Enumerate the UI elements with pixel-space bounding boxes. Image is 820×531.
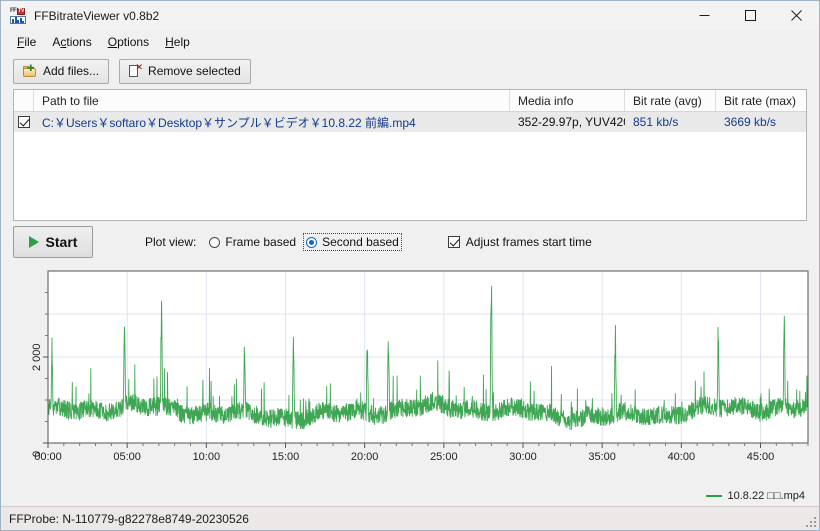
chart-x-tick-label: 40:00 xyxy=(667,451,696,463)
radio-second-based-indicator[interactable] xyxy=(306,236,318,248)
title-bar: FF TV FFBitrateViewer v0.8b2 xyxy=(1,1,819,30)
status-text: FFProbe: N-110779-g82278e8749-20230526 xyxy=(9,511,249,526)
folder-add-icon: ✚ xyxy=(23,64,37,77)
chart-y-tick-label: 2 000 xyxy=(31,343,43,371)
toolbar: ✚ Add files... ✕ Remove selected xyxy=(1,53,819,89)
column-header-path[interactable]: Path to file xyxy=(34,90,510,111)
column-header-bitrate-max[interactable]: Bit rate (max) xyxy=(716,90,806,111)
chart-x-tick-label: 35:00 xyxy=(588,451,616,463)
menu-item-file[interactable]: File xyxy=(9,33,44,51)
resize-grip[interactable] xyxy=(804,515,816,527)
menu-item-actions-label: tions xyxy=(66,34,92,49)
minimize-button[interactable] xyxy=(681,1,727,30)
play-icon xyxy=(28,236,39,248)
menu-item-options[interactable]: Options xyxy=(100,33,157,51)
radio-second-based-label: Second based xyxy=(322,235,399,249)
add-files-label: Add files... xyxy=(43,64,100,78)
legend-color-swatch xyxy=(705,495,722,497)
remove-selected-label: Remove selected xyxy=(148,64,241,78)
adjust-frames-label: Adjust frames start time xyxy=(465,235,592,249)
maximize-button[interactable] xyxy=(727,1,773,30)
table-header-row: Path to file Media info Bit rate (avg) B… xyxy=(14,90,806,112)
plot-view-radio-group: Frame based Second based xyxy=(206,233,402,251)
chart-x-tick-label: 10:00 xyxy=(192,451,221,463)
chart-x-tick-label: 45:00 xyxy=(746,451,775,463)
controls-row: Start Plot view: Frame based Second base… xyxy=(1,221,819,263)
app-icon: FF TV xyxy=(10,7,26,24)
chart-x-tick-label: 15:00 xyxy=(271,451,300,463)
chart-x-tick-label: 05:00 xyxy=(113,451,141,463)
radio-frame-based-label: Frame based xyxy=(225,235,297,249)
column-header-bitrate-avg[interactable]: Bit rate (avg) xyxy=(625,90,716,111)
menu-item-file-label: ile xyxy=(24,34,37,49)
adjust-frames-checkbox-row[interactable]: Adjust frames start time xyxy=(447,235,592,249)
cell-bitrate-avg: 851 kb/s xyxy=(633,115,679,129)
radio-frame-based-indicator[interactable] xyxy=(209,236,221,248)
chart-x-tick-label: 30:00 xyxy=(509,451,537,463)
column-header-check[interactable] xyxy=(14,90,34,111)
status-bar: FFProbe: N-110779-g82278e8749-20230526 xyxy=(1,506,819,530)
menu-item-options-label: ptions xyxy=(117,34,150,49)
window-title: FFBitrateViewer v0.8b2 xyxy=(34,8,160,23)
chart-x-tick-label: 25:00 xyxy=(430,451,458,463)
column-header-media-info[interactable]: Media info xyxy=(510,90,625,111)
cell-media-info: 352-29.97p, YUV420 xyxy=(518,115,625,129)
cell-path: C:￥Users￥softaro￥Desktop￥サンプル￥ビデオ￥10.8.2… xyxy=(42,115,416,130)
page-delete-icon: ✕ xyxy=(129,62,143,78)
close-button[interactable] xyxy=(773,1,819,30)
legend-label: 10.8.22 □□.mp4 xyxy=(727,490,806,502)
remove-selected-button[interactable]: ✕ Remove selected xyxy=(119,58,251,84)
menu-bar: File Actions Options Help xyxy=(1,30,819,53)
plot-view-label: Plot view: xyxy=(145,235,197,249)
radio-second-based[interactable]: Second based xyxy=(303,233,402,251)
bitrate-chart[interactable]: Bit rate [kb/s] 10.8.22 □□.mp4 02 00000:… xyxy=(1,263,819,506)
adjust-frames-checkbox[interactable] xyxy=(447,236,460,248)
row-checkbox-cell[interactable] xyxy=(14,116,34,128)
start-button[interactable]: Start xyxy=(13,226,93,258)
radio-frame-based[interactable]: Frame based xyxy=(206,233,299,251)
chart-x-tick-label: 20:00 xyxy=(350,451,379,463)
chart-x-tick-label: 00:00 xyxy=(34,451,62,463)
table-row[interactable]: C:￥Users￥softaro￥Desktop￥サンプル￥ビデオ￥10.8.2… xyxy=(14,112,806,132)
menu-item-actions[interactable]: Actions xyxy=(44,33,99,51)
window-controls xyxy=(681,1,819,30)
menu-item-help-label: elp xyxy=(173,34,190,49)
cell-bitrate-max: 3669 kb/s xyxy=(724,115,777,129)
start-label: Start xyxy=(45,234,78,250)
row-checkbox[interactable] xyxy=(18,116,30,128)
chart-legend: 10.8.22 □□.mp4 xyxy=(705,490,806,502)
add-files-button[interactable]: ✚ Add files... xyxy=(13,58,110,84)
app-window: FF TV FFBitrateViewer v0.8b2 File Action… xyxy=(0,0,820,531)
file-list-table[interactable]: Path to file Media info Bit rate (avg) B… xyxy=(13,89,807,221)
menu-item-help[interactable]: Help xyxy=(157,33,198,51)
